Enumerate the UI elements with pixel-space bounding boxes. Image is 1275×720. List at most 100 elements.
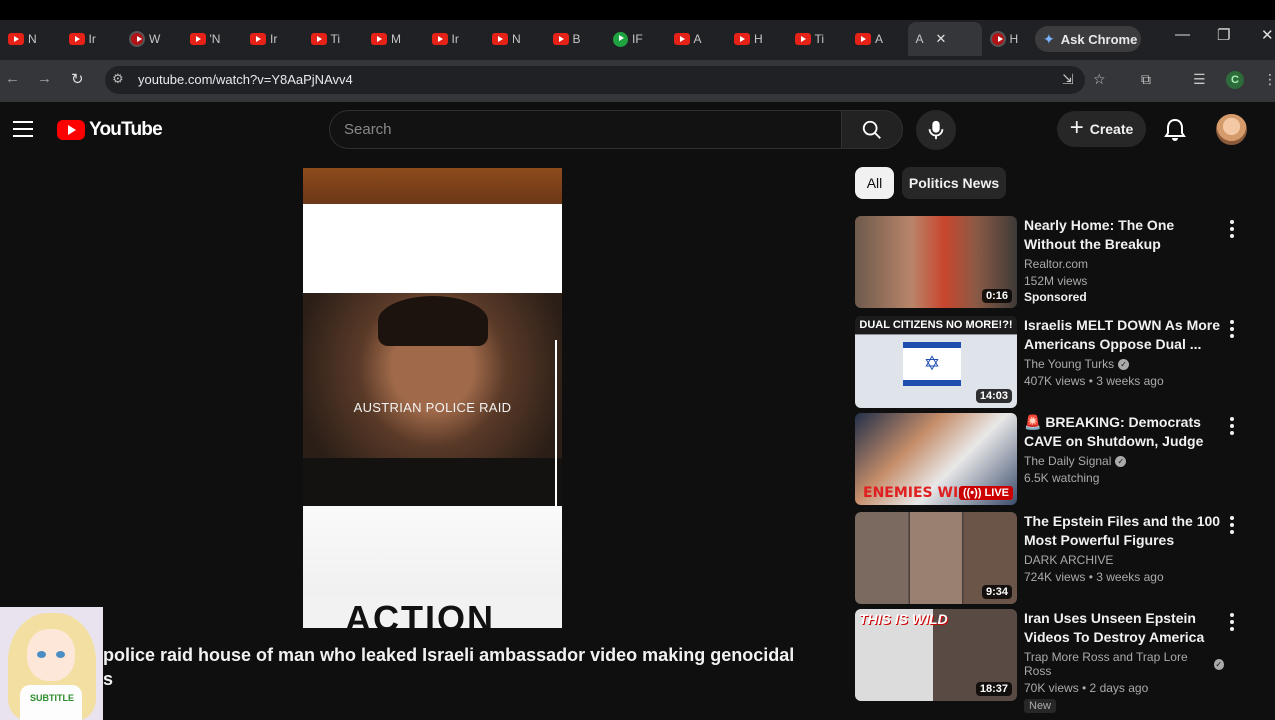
install-app-icon[interactable]: ⇲ bbox=[1062, 71, 1074, 88]
sticker-eye-left bbox=[37, 651, 46, 658]
recommendation-title[interactable]: Israelis MELT DOWN As More Americans Opp… bbox=[1024, 316, 1224, 354]
minimize-icon[interactable]: — bbox=[1175, 26, 1190, 43]
browser-tab[interactable]: Ir bbox=[424, 22, 485, 56]
sticker-face bbox=[27, 629, 75, 681]
tab-label: Ir bbox=[88, 32, 96, 46]
browser-tab-active[interactable]: A ✕ bbox=[907, 22, 982, 56]
browser-tab[interactable]: Ti bbox=[787, 22, 848, 56]
tab-label: Ir bbox=[270, 32, 278, 46]
search-box[interactable] bbox=[329, 110, 842, 149]
reading-list-icon[interactable]: ☰ bbox=[1193, 71, 1206, 88]
browser-tabstrip: NIrW'NIrTiMIrNBIFAHTiAA✕HP+ ✦ Ask Chrome… bbox=[0, 0, 1275, 60]
browser-profile-avatar[interactable]: C bbox=[1226, 71, 1244, 89]
url-text[interactable]: youtube.com/watch?v=Y8AaPjNAvv4 bbox=[138, 72, 353, 87]
channel-name[interactable]: Realtor.com bbox=[1024, 257, 1224, 271]
video-white-panel bbox=[303, 204, 562, 293]
recommendation-meta: Nearly Home: The One Without the Breakup… bbox=[1024, 216, 1224, 304]
video-thumbnail[interactable]: 0:16 bbox=[855, 216, 1017, 308]
video-title: police raid house of man who leaked Isra… bbox=[103, 645, 795, 665]
recommendation-title[interactable]: Iran Uses Unseen Epstein Videos To Destr… bbox=[1024, 609, 1224, 647]
video-thumbnail[interactable]: THIS IS WILD 18:37 bbox=[855, 609, 1017, 701]
video-thumbnail[interactable]: DUAL CITIZENS NO MORE!?! ✡ 14:03 bbox=[855, 316, 1017, 408]
back-icon[interactable]: ← bbox=[5, 70, 20, 87]
more-actions-icon[interactable] bbox=[1226, 417, 1238, 435]
create-button[interactable]: + Create bbox=[1057, 111, 1146, 147]
close-tab-icon[interactable]: ✕ bbox=[936, 31, 947, 47]
notifications-bell-icon[interactable] bbox=[1164, 118, 1186, 147]
browser-tab[interactable]: Ir bbox=[242, 22, 303, 56]
screen-top-bar bbox=[0, 0, 1275, 20]
recommendation-title[interactable]: The Epstein Files and the 100 Most Power… bbox=[1024, 512, 1224, 550]
search-icon bbox=[862, 120, 881, 139]
browser-tab[interactable]: IF bbox=[605, 22, 666, 56]
tab-label: H bbox=[754, 32, 763, 46]
youtube-favicon-icon bbox=[989, 31, 1006, 47]
browser-tab[interactable]: H bbox=[982, 22, 1043, 56]
browser-tab[interactable]: N bbox=[484, 22, 545, 56]
play-circle-icon bbox=[613, 31, 628, 47]
channel-name[interactable]: The Young Turks ✓ bbox=[1024, 357, 1224, 371]
browser-tab[interactable]: Ti bbox=[303, 22, 364, 56]
browser-tab[interactable]: B bbox=[545, 22, 606, 56]
youtube-favicon-icon bbox=[794, 33, 811, 45]
view-stats: 152M views bbox=[1024, 274, 1088, 288]
reload-icon[interactable]: ↻ bbox=[71, 70, 84, 88]
video-white-panel-bottom bbox=[303, 506, 562, 596]
plus-icon: + bbox=[1069, 114, 1084, 141]
recommendation-item[interactable]: THIS IS WILD 18:37 Iran Uses Unseen Epstei… bbox=[855, 609, 1250, 713]
chip-all[interactable]: All bbox=[855, 167, 894, 199]
youtube-logo[interactable]: YouTube bbox=[57, 119, 163, 141]
create-label: Create bbox=[1089, 121, 1134, 137]
bookmark-star-icon[interactable]: ☆ bbox=[1093, 71, 1106, 88]
chip-politics-news[interactable]: Politics News bbox=[902, 167, 1006, 199]
forward-icon[interactable]: → bbox=[37, 70, 52, 87]
hamburger-menu-icon[interactable] bbox=[13, 121, 33, 137]
tab-label: A bbox=[693, 32, 702, 46]
recommendation-item[interactable]: ENEMIES WI ((•)) LIVE 🚨 BREAKING: Democrat… bbox=[855, 413, 1250, 505]
video-thumbnail[interactable]: 9:34 bbox=[855, 512, 1017, 604]
recommendation-meta: 🚨 BREAKING: Democrats CAVE on Shutdown, … bbox=[1024, 413, 1224, 485]
voice-search-button[interactable] bbox=[916, 110, 956, 150]
more-actions-icon[interactable] bbox=[1226, 220, 1238, 238]
more-actions-icon[interactable] bbox=[1226, 320, 1238, 338]
sparkle-icon: ✦ bbox=[1043, 30, 1055, 47]
lens-icon[interactable]: ⧉ bbox=[1141, 71, 1151, 88]
youtube-favicon-icon bbox=[310, 33, 327, 45]
tab-label: H bbox=[1009, 32, 1019, 46]
channel-name[interactable]: Trap More Ross and Trap Lore Ross ✓ bbox=[1024, 650, 1224, 678]
site-info-icon[interactable]: ⚙ bbox=[112, 71, 124, 87]
channel-name[interactable]: DARK ARCHIVE bbox=[1024, 553, 1224, 567]
video-player[interactable]: AUSTRIAN POLICE RAID ACTION bbox=[303, 168, 562, 628]
browser-menu-icon[interactable]: ⋮ bbox=[1263, 71, 1275, 88]
ask-chrome-button[interactable]: ✦ Ask Chrome bbox=[1035, 26, 1141, 52]
tab-list: NIrW'NIrTiMIrNBIFAHTiAA✕HP+ bbox=[0, 22, 1139, 56]
browser-tab[interactable]: A bbox=[847, 22, 908, 56]
account-avatar[interactable] bbox=[1216, 114, 1247, 145]
recommendation-title[interactable]: 🚨 BREAKING: Democrats CAVE on Shutdown, … bbox=[1024, 413, 1224, 451]
recommendation-title[interactable]: Nearly Home: The One Without the Breakup bbox=[1024, 216, 1224, 254]
close-window-icon[interactable]: ✕ bbox=[1261, 26, 1274, 44]
browser-tab[interactable]: H bbox=[726, 22, 787, 56]
recommendation-item[interactable]: DUAL CITIZENS NO MORE!?! ✡ 14:03 Israelis M… bbox=[855, 316, 1250, 408]
search-button[interactable] bbox=[841, 110, 903, 149]
recommendation-item[interactable]: 0:16 Nearly Home: The One Without the Bre… bbox=[855, 216, 1250, 308]
browser-tab[interactable]: M bbox=[363, 22, 424, 56]
channel-label: DARK ARCHIVE bbox=[1024, 553, 1114, 567]
restore-icon[interactable]: ❐ bbox=[1217, 26, 1230, 44]
more-actions-icon[interactable] bbox=[1226, 613, 1238, 631]
browser-tab[interactable]: 'N bbox=[182, 22, 243, 56]
channel-name[interactable]: The Daily Signal ✓ bbox=[1024, 454, 1224, 468]
video-thumbnail[interactable]: ENEMIES WI ((•)) LIVE bbox=[855, 413, 1017, 505]
browser-tab[interactable]: Ir bbox=[61, 22, 122, 56]
recommendation-item[interactable]: 9:34 The Epstein Files and the 100 Most P… bbox=[855, 512, 1250, 604]
browser-tab[interactable]: W bbox=[121, 22, 182, 56]
view-stats: 407K views • 3 weeks ago bbox=[1024, 374, 1164, 388]
browser-tab[interactable]: N bbox=[0, 22, 61, 56]
search-input[interactable] bbox=[344, 121, 841, 138]
browser-tab[interactable]: A bbox=[666, 22, 727, 56]
youtube-favicon-icon bbox=[552, 33, 569, 45]
tab-label: B bbox=[572, 32, 581, 46]
youtube-favicon-icon bbox=[855, 33, 871, 45]
more-actions-icon[interactable] bbox=[1226, 516, 1238, 534]
tab-label: Ti bbox=[330, 32, 341, 46]
